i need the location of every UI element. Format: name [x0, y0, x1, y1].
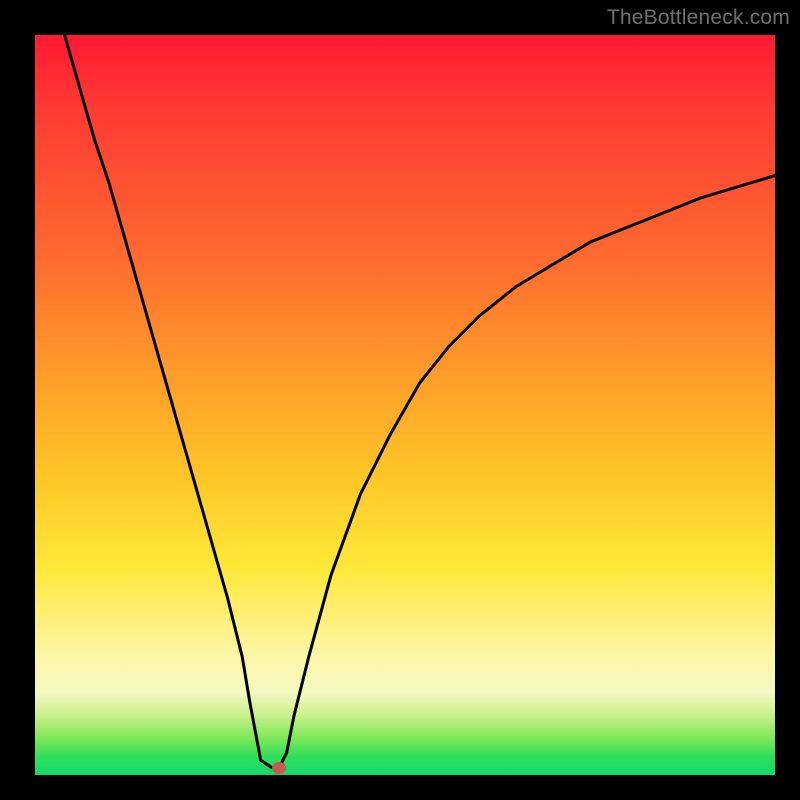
chart-container: TheBottleneck.com: [0, 0, 800, 800]
plot-area: [35, 35, 775, 775]
optimal-point-marker: [272, 762, 286, 774]
bottleneck-curve: [35, 35, 775, 775]
watermark-text: TheBottleneck.com: [607, 6, 790, 30]
